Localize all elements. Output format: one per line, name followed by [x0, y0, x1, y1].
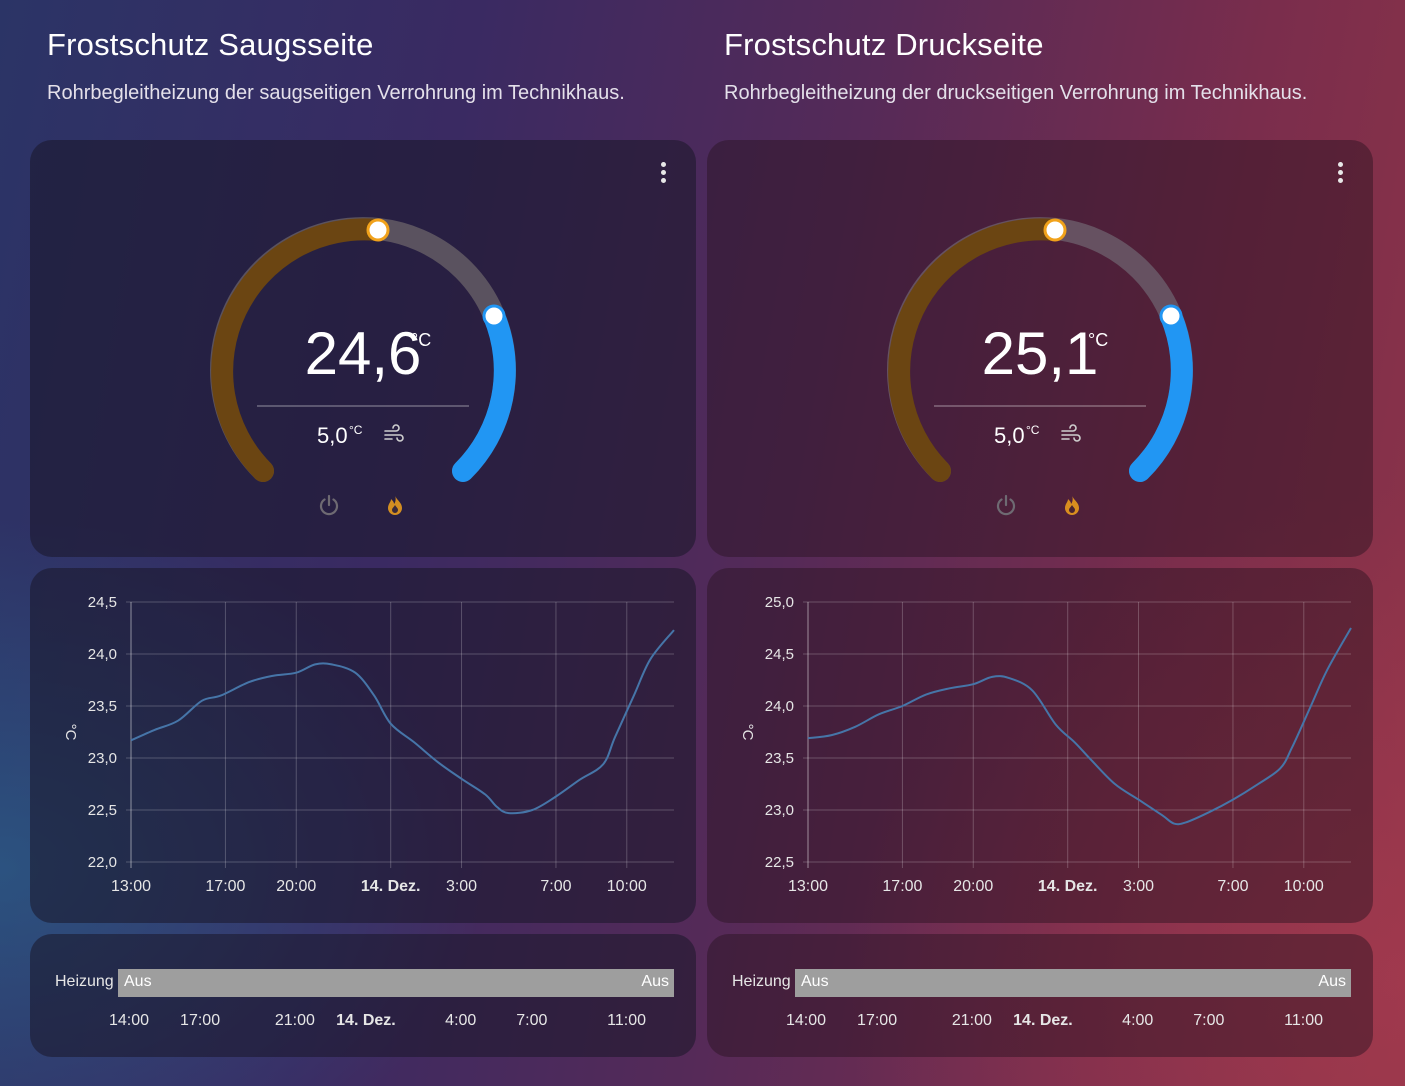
y-axis-label: °C [62, 724, 79, 741]
x-tick-label: 14. Dez. [361, 878, 421, 895]
section-subtitle: Rohrbegleitheizung der druckseitigen Ver… [724, 82, 1308, 104]
x-tick-label: 13:00 [111, 878, 151, 895]
x-tick-label: 3:00 [446, 878, 477, 895]
current-temperature: 25,1 [981, 320, 1099, 387]
y-tick-label: 23,0 [765, 802, 794, 819]
y-tick-label: 24,0 [88, 646, 117, 663]
y-tick-label: 25,0 [765, 594, 794, 611]
section-subtitle: Rohrbegleitheizung der saugseitigen Verr… [47, 82, 625, 104]
power-icon[interactable] [316, 492, 342, 518]
current-temperature-unit: °C [1088, 330, 1109, 350]
timeline-tick-label: 17:00 [857, 1012, 898, 1029]
y-tick-label: 22,5 [88, 802, 117, 819]
timeline-tick-label: 7:00 [1193, 1012, 1225, 1029]
weather-windy-icon [384, 424, 404, 442]
timeline-tick-label: 21:00 [951, 1012, 992, 1029]
x-tick-label: 7:00 [540, 878, 571, 895]
cool-setpoint-handle[interactable] [482, 304, 506, 328]
x-tick-label: 20:00 [953, 878, 993, 895]
power-icon[interactable] [993, 492, 1019, 518]
temperature-history-chart[interactable]: 24,5 24,0 23,5 23,0 22,5 22,0 13:00 17:00 20:00 1… [30, 568, 696, 923]
timeline-bar[interactable]: Aus Aus [118, 969, 674, 997]
thermostat-card: 24,6 °C 5,0 °C [30, 140, 696, 557]
target-temperature: 5,0 [994, 423, 1025, 448]
temperature-history-chart[interactable]: 25,0 24,5 24,0 23,5 23,0 22,5 13:00 17:00 20:00 1… [707, 568, 1373, 923]
timeline-state-start: Aus [801, 973, 829, 990]
history-card: 25,0 24,5 24,0 23,5 23,0 22,5 13:00 17:00 20:00 1… [707, 568, 1373, 923]
x-tick-label: 10:00 [1284, 878, 1324, 895]
target-temperature-unit: °C [1026, 423, 1040, 437]
x-tick-label: 20:00 [276, 878, 316, 895]
y-tick-label: 24,0 [765, 698, 794, 715]
timeline-tick-label: 11:00 [1284, 1012, 1324, 1029]
timeline-card: Heizung Aus Aus 14:00 17:00 21:00 14. Dez. 4… [707, 934, 1373, 1057]
fire-icon[interactable] [382, 492, 408, 518]
current-temperature-unit: °C [411, 330, 432, 350]
x-tick-label: 7:00 [1217, 878, 1248, 895]
dial-divider [257, 405, 469, 407]
temperature-series-line [807, 627, 1352, 826]
y-tick-label: 23,5 [765, 750, 794, 767]
timeline-tick-label: 7:00 [516, 1012, 548, 1029]
temperature-series-line [130, 629, 675, 815]
section-title: Frostschutz Saugsseite [47, 27, 374, 62]
x-tick-label: 17:00 [205, 878, 245, 895]
x-tick-label: 10:00 [607, 878, 647, 895]
timeline-bar[interactable]: Aus Aus [795, 969, 1351, 997]
timeline-card: Heizung Aus Aus 14:00 17:00 21:00 14. Dez. 4… [30, 934, 696, 1057]
y-tick-label: 24,5 [88, 594, 117, 611]
y-tick-label: 22,5 [765, 854, 794, 871]
timeline-tick-label: 11:00 [607, 1012, 647, 1029]
current-temperature: 24,6 [304, 320, 422, 387]
timeline-state-end: Aus [641, 973, 669, 990]
timeline-tick-label: 21:00 [274, 1012, 315, 1029]
timeline-state-start: Aus [124, 973, 152, 990]
weather-windy-icon [1061, 424, 1081, 442]
section-title: Frostschutz Druckseite [724, 27, 1044, 62]
x-tick-label: 14. Dez. [1038, 878, 1098, 895]
heat-setpoint-handle[interactable] [1043, 218, 1067, 242]
y-tick-label: 23,0 [88, 750, 117, 767]
target-temperature-unit: °C [349, 423, 363, 437]
dial-divider [934, 405, 1146, 407]
timeline-tick-label: 14:00 [785, 1012, 827, 1029]
x-tick-label: 3:00 [1123, 878, 1154, 895]
x-tick-label: 17:00 [882, 878, 922, 895]
y-tick-label: 22,0 [88, 854, 117, 871]
thermostat-card: 25,1 °C 5,0 °C [707, 140, 1373, 557]
timeline-label: Heizung [732, 973, 791, 990]
timeline-label: Heizung [55, 973, 114, 990]
timeline-state-end: Aus [1318, 973, 1346, 990]
y-tick-label: 23,5 [88, 698, 117, 715]
target-temperature: 5,0 [317, 423, 348, 448]
y-axis-label: °C [739, 724, 756, 741]
cool-setpoint-handle[interactable] [1159, 304, 1183, 328]
timeline-tick-label: 17:00 [180, 1012, 221, 1029]
timeline-tick-label: 4:00 [445, 1012, 477, 1029]
y-tick-label: 24,5 [765, 646, 794, 663]
history-card: 24,5 24,0 23,5 23,0 22,5 22,0 13:00 17:00 20:00 1… [30, 568, 696, 923]
timeline-tick-label: 14. Dez. [1013, 1012, 1073, 1029]
timeline-tick-label: 14. Dez. [336, 1012, 396, 1029]
heat-setpoint-handle[interactable] [366, 218, 390, 242]
x-tick-label: 13:00 [788, 878, 828, 895]
timeline-tick-label: 14:00 [108, 1012, 150, 1029]
fire-icon[interactable] [1059, 492, 1085, 518]
timeline-tick-label: 4:00 [1122, 1012, 1154, 1029]
